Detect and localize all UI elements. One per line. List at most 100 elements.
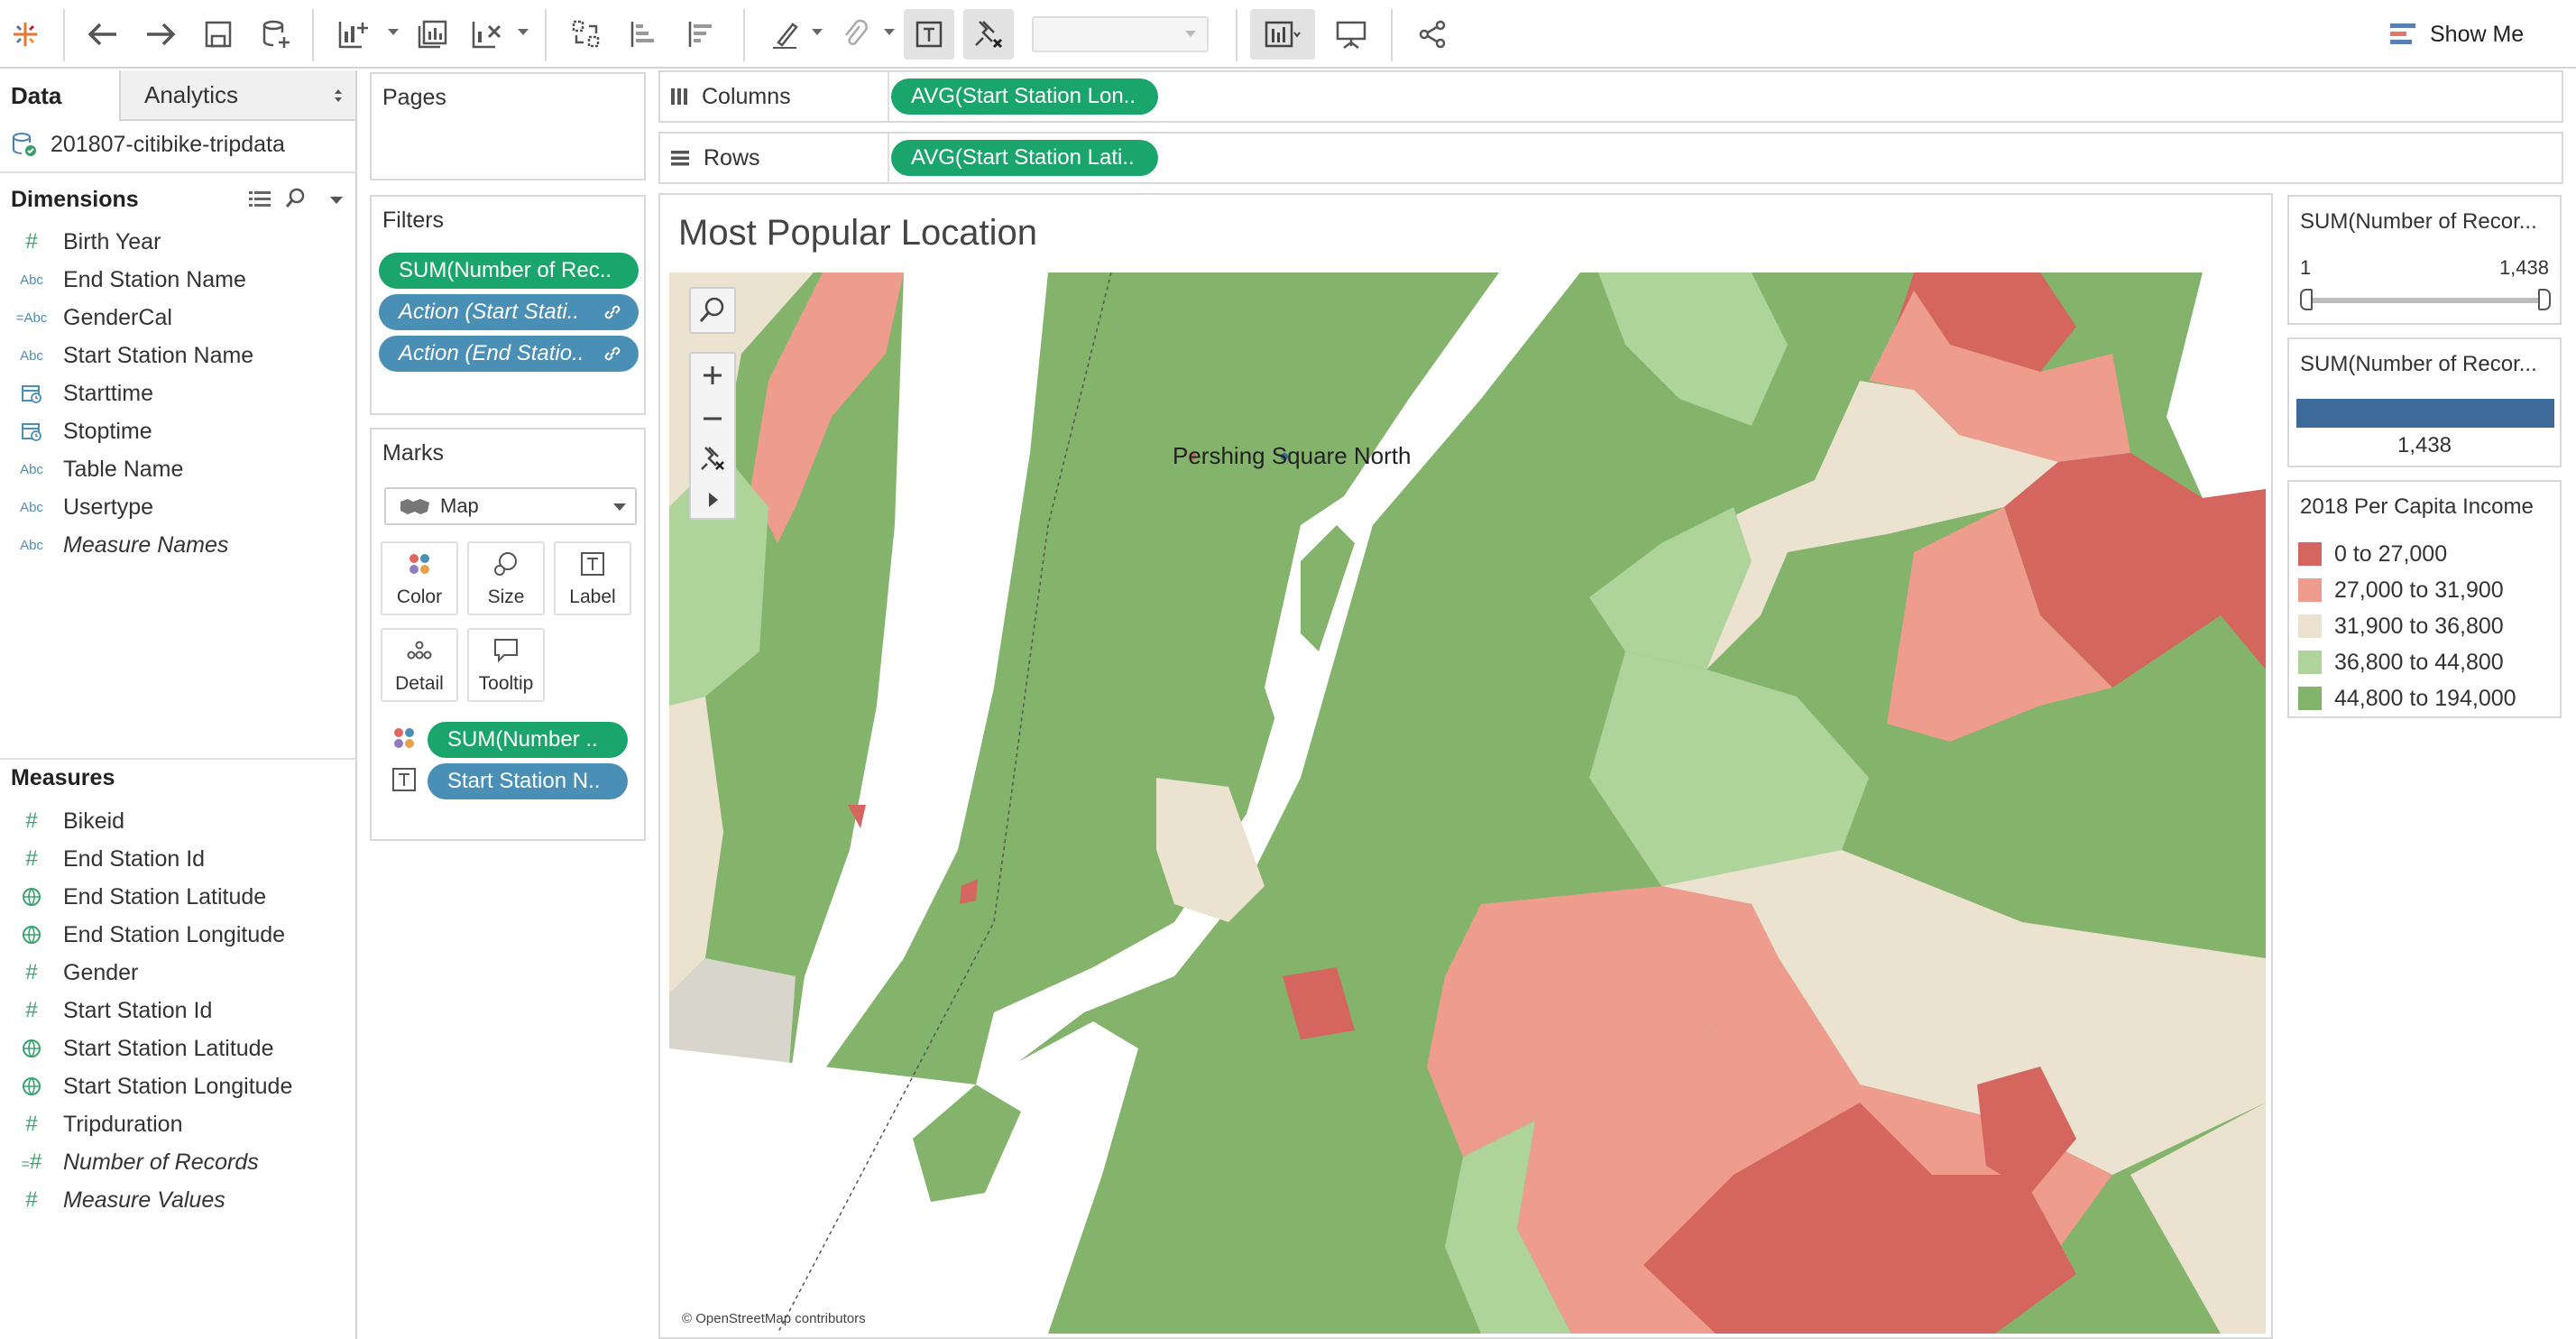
expand-toolbar-icon[interactable] xyxy=(691,480,734,520)
marks-detail-button[interactable]: Detail xyxy=(381,628,458,702)
filter-pill-action-end[interactable]: Action (End Statio.. xyxy=(379,336,639,372)
filter-pill-sum-records[interactable]: SUM(Number of Rec.. xyxy=(379,253,639,289)
datasource-item[interactable]: 201807-citibike-tripdata xyxy=(11,126,285,162)
zoom-out-icon[interactable] xyxy=(691,397,734,440)
filters-card[interactable]: Filters SUM(Number of Rec.. Action (Star… xyxy=(370,195,646,415)
range-slider-max-handle[interactable] xyxy=(2538,289,2551,310)
data-pane: Data Analytics 201807-citibike-tripdata … xyxy=(0,70,357,1339)
field-item[interactable]: # Bikeid xyxy=(16,803,124,839)
filter-range-card: SUM(Number of Recor... 1 1,438 xyxy=(2287,195,2562,325)
forward-icon[interactable] xyxy=(135,9,186,60)
marks-tooltip-label: Tooltip xyxy=(478,673,534,694)
field-item[interactable]: Abc End Station Name xyxy=(16,262,246,298)
marks-color-pill[interactable]: SUM(Number .. xyxy=(428,722,628,758)
legend-item[interactable]: 44,800 to 194,000 xyxy=(2298,680,2516,716)
marks-color-button[interactable]: Color xyxy=(381,541,458,615)
viz-title: Most Popular Location xyxy=(678,213,1038,253)
legend-item[interactable]: 0 to 27,000 xyxy=(2298,536,2447,572)
field-label: Start Station Id xyxy=(63,997,213,1023)
filter-pill-label: SUM(Number of Rec.. xyxy=(399,258,612,282)
choropleth-map[interactable] xyxy=(669,272,2266,1334)
rows-icon xyxy=(671,151,689,166)
field-item[interactable]: # Measure Values xyxy=(16,1182,225,1218)
tableau-logo-icon[interactable] xyxy=(0,9,51,60)
datasource-name: 201807-citibike-tripdata xyxy=(51,131,285,157)
field-item[interactable]: Start Station Longitude xyxy=(16,1068,292,1104)
tooltip-icon xyxy=(494,639,518,663)
rows-pill[interactable]: AVG(Start Station Lati.. xyxy=(891,140,1158,176)
marks-tooltip-button[interactable]: Tooltip xyxy=(467,628,545,702)
rows-shelf[interactable]: Rows AVG(Start Station Lati.. xyxy=(658,132,2563,184)
fix-axes-icon[interactable] xyxy=(963,9,1014,60)
group-paperclip-icon[interactable] xyxy=(830,9,880,60)
show-me-button[interactable]: Show Me xyxy=(2390,14,2524,54)
show-mark-labels-icon[interactable] xyxy=(904,9,954,60)
new-worksheet-icon[interactable] xyxy=(328,9,379,60)
legend-item[interactable]: 36,800 to 44,800 xyxy=(2298,644,2504,680)
range-slider-min-handle[interactable] xyxy=(2300,289,2313,310)
sort-ascending-icon[interactable] xyxy=(619,9,669,60)
field-item[interactable]: Abc Start Station Name xyxy=(16,337,253,374)
pages-card[interactable]: Pages xyxy=(370,72,646,180)
share-icon[interactable] xyxy=(1407,9,1458,60)
range-slider-track[interactable] xyxy=(2309,298,2544,303)
field-item[interactable]: End Station Longitude xyxy=(16,917,285,953)
view-list-icon[interactable] xyxy=(249,189,271,209)
field-item[interactable]: # End Station Id xyxy=(16,841,205,877)
search-icon[interactable] xyxy=(285,188,305,209)
field-label: Start Station Latitude xyxy=(63,1035,274,1061)
size-legend-card: SUM(Number of Recor... 1,438 xyxy=(2287,337,2562,467)
field-item[interactable]: # Start Station Id xyxy=(16,993,212,1029)
marks-label-pill[interactable]: Start Station N.. xyxy=(428,763,628,799)
string-type-icon: =Abc xyxy=(15,309,48,326)
duplicate-sheet-icon[interactable] xyxy=(408,9,458,60)
tab-analytics[interactable]: Analytics xyxy=(119,70,355,121)
legend-label: 0 to 27,000 xyxy=(2334,540,2448,567)
presentation-mode-icon[interactable] xyxy=(1326,9,1376,60)
highlight-pen-icon[interactable] xyxy=(759,9,810,60)
pin-map-icon[interactable] xyxy=(691,437,734,480)
marks-size-button[interactable]: Size xyxy=(467,541,545,615)
columns-label: Columns xyxy=(702,83,791,109)
globe-icon xyxy=(23,1077,41,1095)
columns-shelf[interactable]: Columns AVG(Start Station Lon.. xyxy=(658,70,2563,123)
zoom-in-icon[interactable] xyxy=(691,354,734,397)
show-cards-icon[interactable] xyxy=(1250,9,1315,60)
mark-type-select[interactable]: Map xyxy=(384,487,637,525)
add-datasource-icon[interactable] xyxy=(251,9,301,60)
columns-pill[interactable]: AVG(Start Station Lon.. xyxy=(891,78,1158,115)
swap-rows-columns-icon[interactable] xyxy=(561,9,612,60)
label-field-icon xyxy=(392,768,416,791)
legend-item[interactable]: 31,900 to 36,800 xyxy=(2298,608,2504,644)
legend-swatch xyxy=(2298,614,2322,638)
back-icon[interactable] xyxy=(78,9,128,60)
field-item[interactable]: Start Station Latitude xyxy=(16,1030,273,1067)
field-item[interactable]: Stoptime xyxy=(16,413,152,449)
dimensions-menu-caret-icon[interactable] xyxy=(330,197,343,204)
globe-icon xyxy=(23,888,41,906)
field-item[interactable]: Abc Usertype xyxy=(16,489,153,525)
fit-dropdown[interactable] xyxy=(1032,16,1209,52)
field-item[interactable]: End Station Latitude xyxy=(16,879,266,915)
field-item[interactable]: =# Number of Records xyxy=(16,1144,259,1180)
legend-item[interactable]: 27,000 to 31,900 xyxy=(2298,572,2504,608)
sort-descending-icon[interactable] xyxy=(676,9,727,60)
field-item[interactable]: Starttime xyxy=(16,375,153,411)
field-item[interactable]: # Birth Year xyxy=(16,224,161,260)
field-item[interactable]: Abc Measure Names xyxy=(16,527,228,563)
filter-pill-action-start[interactable]: Action (Start Stati.. xyxy=(379,294,639,330)
field-item[interactable]: # Tripduration xyxy=(16,1106,182,1142)
size-legend-bar[interactable] xyxy=(2296,399,2554,428)
field-label: Usertype xyxy=(63,494,154,520)
marks-label-button[interactable]: Label xyxy=(554,541,631,615)
clear-sheet-icon[interactable] xyxy=(462,9,512,60)
tab-data[interactable]: Data xyxy=(0,70,119,121)
map-credit: © OpenStreetMap contributors xyxy=(682,1311,866,1326)
save-icon[interactable] xyxy=(193,9,244,60)
field-item[interactable]: =Abc GenderCal xyxy=(16,300,172,336)
map-search-button[interactable] xyxy=(689,287,736,334)
field-item[interactable]: # Gender xyxy=(16,955,138,991)
color-legend-title: 2018 Per Capita Income xyxy=(2300,494,2534,519)
map[interactable]: Pershing Square North © OpenStreetMap co… xyxy=(669,272,2266,1334)
field-item[interactable]: Abc Table Name xyxy=(16,451,183,487)
